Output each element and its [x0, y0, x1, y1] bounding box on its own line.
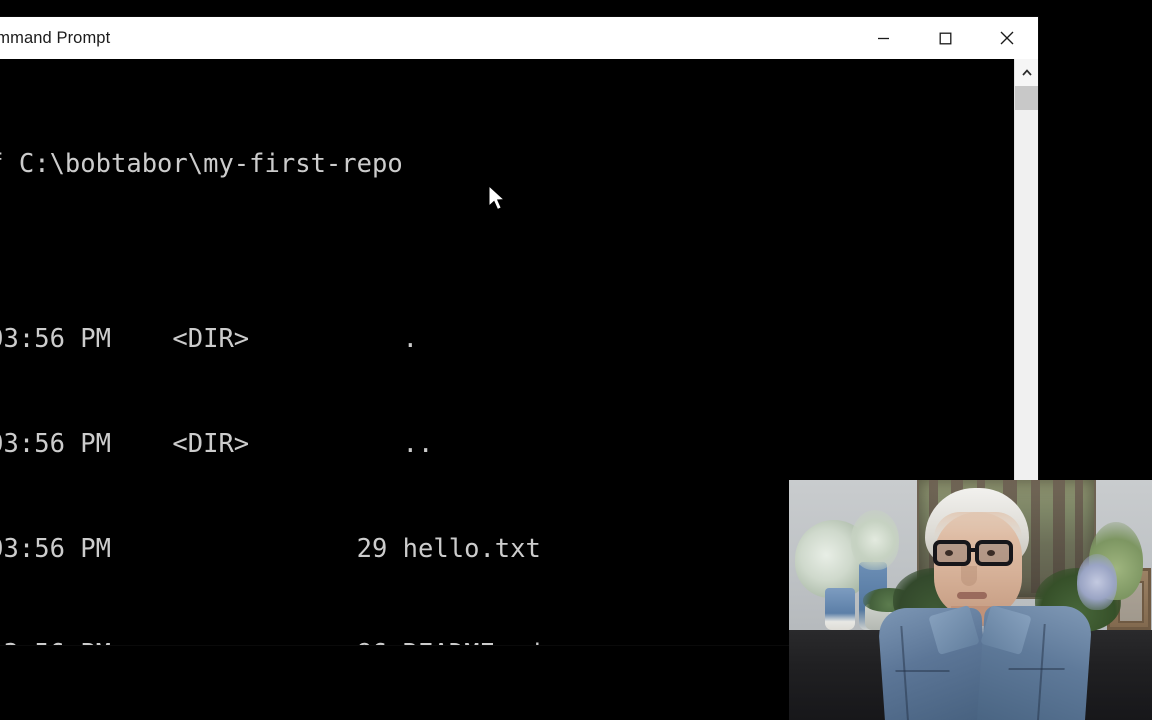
scroll-up-button[interactable] [1015, 59, 1038, 86]
eye-right [987, 550, 995, 556]
console-line: 11/2020 03:56 PM 29 hello.txt [0, 534, 541, 564]
forehead-highlight [934, 512, 1022, 538]
console-line: 11/2020 03:56 PM 86 README.md [0, 637, 572, 645]
window-title: ommand Prompt [0, 28, 111, 47]
minimize-icon [877, 37, 889, 39]
console-text: rectory of C:\bobtabor\my-first-repo 11/… [0, 59, 572, 645]
maximize-icon [939, 32, 951, 44]
window-controls [852, 17, 1038, 59]
eyeglasses-bridge [970, 548, 977, 552]
chevron-up-icon [1021, 69, 1032, 76]
mouth [957, 592, 987, 599]
console-line: 11/2020 03:56 PM <DIR> . [0, 324, 419, 354]
close-button[interactable] [976, 17, 1038, 59]
close-icon [1000, 31, 1014, 45]
vase-blue-small [825, 588, 855, 630]
lavender-right [1077, 554, 1117, 610]
minimize-button[interactable] [852, 17, 914, 59]
person [877, 488, 1093, 720]
webcam-overlay[interactable] [789, 480, 1152, 720]
window-title-bar[interactable]: ommand Prompt [0, 17, 1038, 60]
console-line: rectory of C:\bobtabor\my-first-repo [0, 149, 403, 179]
maximize-button[interactable] [914, 17, 976, 59]
nose [961, 566, 977, 586]
console-line: 11/2020 03:56 PM <DIR> .. [0, 429, 434, 459]
eye-left [945, 550, 953, 556]
desktop-background: ommand Prompt [0, 0, 1152, 720]
scrollbar-thumb[interactable] [1015, 86, 1038, 110]
